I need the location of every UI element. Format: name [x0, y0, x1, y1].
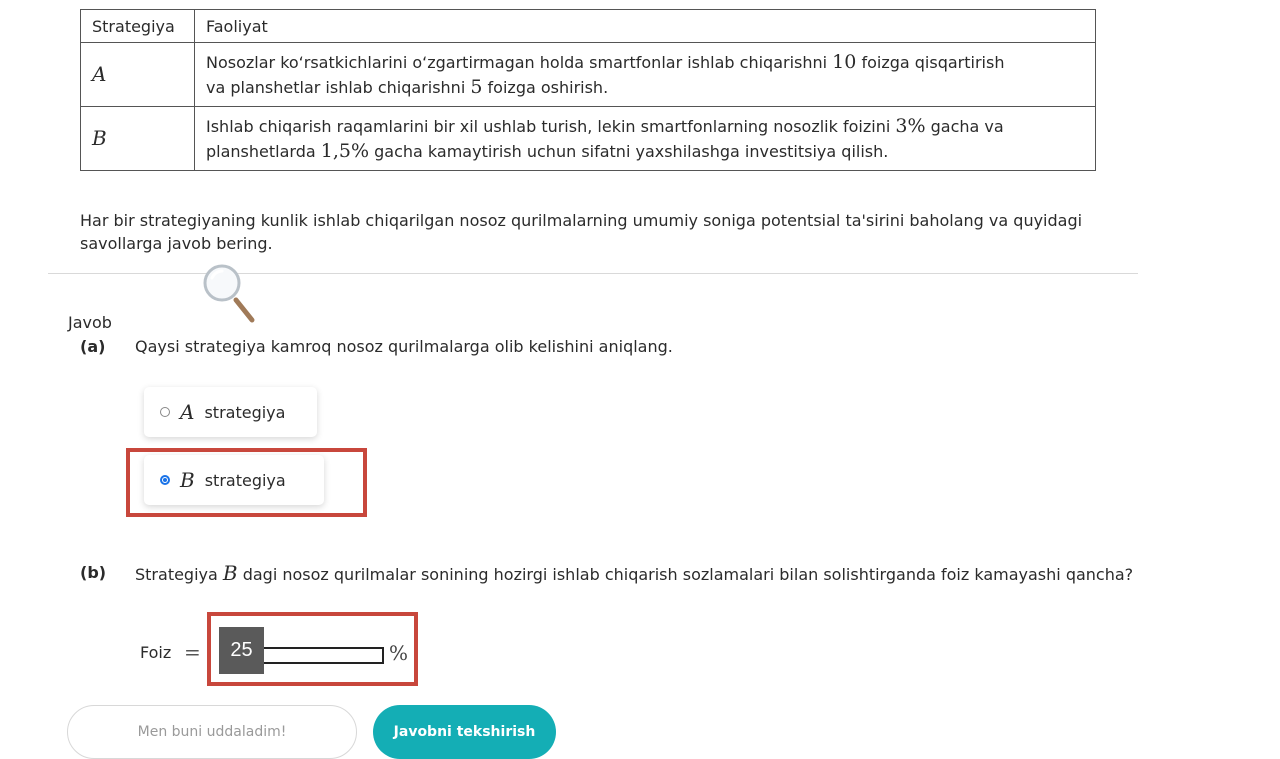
activity-text: gacha va [930, 116, 1004, 136]
table-row: A Nosozlar ko‘rsatkichlarini o‘zgartirma… [80, 42, 1096, 107]
strategy-letter: A [92, 61, 107, 86]
radio-button[interactable] [160, 407, 170, 417]
activity-text: gacha kamaytirish uchun sifatni yaxshila… [374, 141, 889, 161]
option-label: strategiya [204, 402, 286, 422]
part-b-strategy-letter: B [222, 561, 238, 585]
table-header-row: Strategiya Faoliyat [80, 9, 1096, 43]
self-completed-button[interactable]: Men buni uddaladim! [67, 705, 357, 759]
strategy-cell: B [80, 106, 195, 171]
strategy-cell: A [80, 42, 195, 107]
part-b-question-text: dagi nosoz qurilmalar sonining hozirgi i… [242, 565, 1134, 584]
activity-text: Nosozlar ko‘rsatkichlarini o‘zgartirmaga… [206, 52, 828, 72]
equals-sign: = [184, 640, 201, 664]
highlight-box [126, 448, 367, 517]
activity-number: 10 [832, 50, 857, 73]
activity-cell: Nosozlar ko‘rsatkichlarini o‘zgartirmaga… [194, 42, 1096, 107]
instructions-text: Har bir strategiyaning kunlik ishlab chi… [80, 211, 1083, 253]
option-strategy-a[interactable]: A strategiya [144, 387, 317, 437]
activity-text: va planshetlar ishlab chiqarishni [206, 77, 466, 97]
table-row: B Ishlab chiqarish raqamlarini bir xil u… [80, 106, 1096, 171]
activity-text: Ishlab chiqarish raqamlarini bir xil ush… [206, 116, 891, 136]
part-b-tag: (b) [80, 563, 107, 582]
part-b-question-text: Strategiya [135, 565, 218, 584]
highlight-box [207, 612, 418, 686]
magnifier-icon[interactable] [200, 262, 258, 324]
table-header-strategy: Strategiya [80, 9, 195, 43]
strategy-table: Strategiya Faoliyat A Nosozlar ko‘rsatki… [80, 9, 1096, 171]
activity-number: 3% [895, 114, 926, 137]
activity-text: foizga oshirish. [487, 77, 609, 97]
strategy-letter: B [92, 125, 107, 150]
activity-number: 5 [470, 75, 483, 98]
percent-input-label: Foiz [140, 643, 172, 662]
table-header-activity: Faoliyat [194, 9, 1096, 43]
answer-section-label: Javob [68, 313, 112, 332]
part-a-tag: (a) [80, 337, 106, 356]
option-letter: A [180, 400, 195, 424]
check-answer-button[interactable]: Javobni tekshirish [373, 705, 556, 759]
activity-cell: Ishlab chiqarish raqamlarini bir xil ush… [194, 106, 1096, 171]
part-b-question: Strategiya B dagi nosoz qurilmalar sonin… [135, 561, 1145, 587]
activity-text: planshetlarda [206, 141, 316, 161]
activity-number: 1,5% [320, 139, 370, 162]
part-a-question: Qaysi strategiya kamroq nosoz qurilmalar… [135, 337, 673, 356]
activity-text: foizga qisqartirish [861, 52, 1005, 72]
